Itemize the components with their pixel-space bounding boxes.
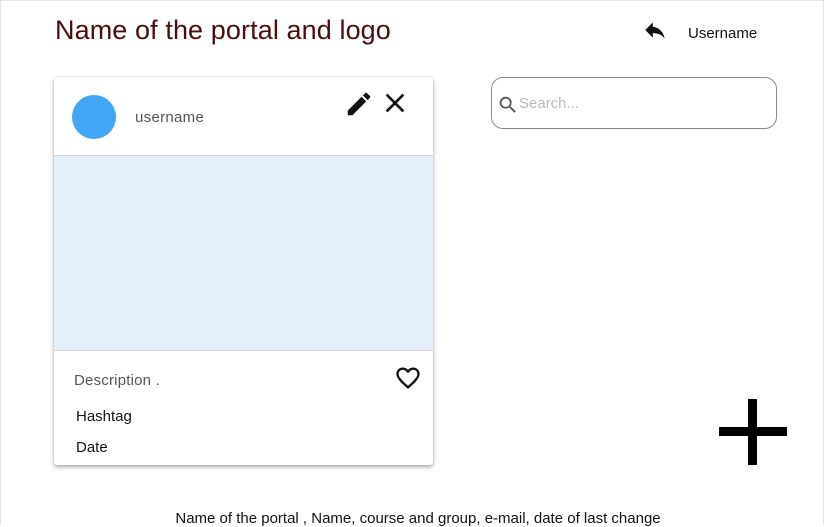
delete-button[interactable] (379, 87, 411, 119)
card-header: username (54, 77, 433, 155)
like-button[interactable] (393, 364, 423, 392)
search-box[interactable] (491, 77, 777, 129)
search-input[interactable] (519, 92, 759, 114)
card-date: Date (76, 439, 108, 456)
card-username[interactable]: username (135, 109, 204, 126)
footer-text: Name of the portal , Name, course and gr… (175, 510, 661, 527)
card-description: Description . (74, 372, 160, 389)
card-image (54, 155, 433, 351)
reply-arrow-icon (645, 22, 665, 39)
search-icon (499, 96, 516, 113)
avatar[interactable] (72, 95, 116, 139)
heart-icon (396, 367, 420, 389)
pencil-icon (347, 92, 371, 116)
header-username[interactable]: Username (688, 25, 757, 42)
plus-icon (719, 399, 787, 465)
back-button[interactable] (641, 17, 669, 43)
post-card: username Description . Hashtag Date (54, 77, 433, 465)
edit-button[interactable] (344, 89, 374, 119)
card-hashtag[interactable]: Hashtag (76, 408, 132, 425)
add-post-button[interactable] (719, 399, 787, 465)
page-title: Name of the portal and logo (55, 15, 391, 45)
close-icon (385, 93, 405, 113)
